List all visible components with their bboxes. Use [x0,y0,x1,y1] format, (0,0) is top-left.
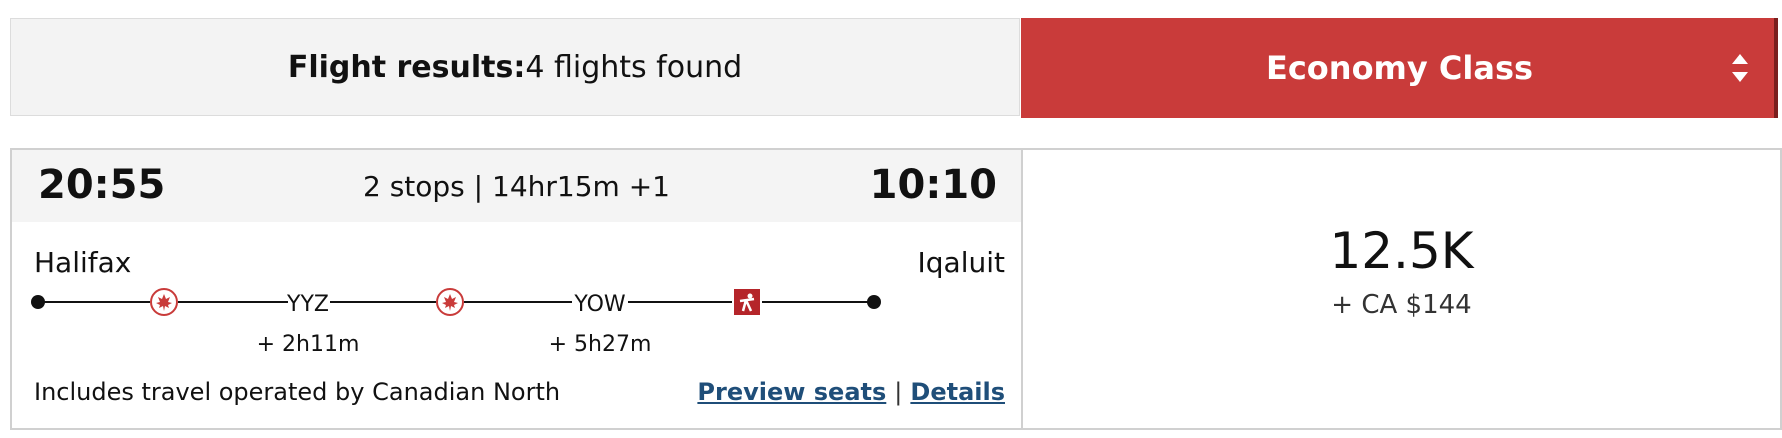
fare-points: 12.5K [1329,222,1474,280]
stop-code-yow: YOW [573,292,626,317]
stop-code-yyz: YYZ [286,292,329,317]
air-canada-maple-leaf-icon [436,288,464,316]
link-separator: | [894,378,903,406]
flight-card-header: 20:55 2 stops | 14hr15m +1 10:10 [12,150,1021,222]
flight-links: Preview seats | Details [697,378,1005,406]
stop-layover-yyz: + 2h11m [257,332,360,357]
destination-city: Iqaluit [917,246,1005,279]
selector-edge [1774,18,1778,118]
preview-seats-link[interactable]: Preview seats [697,378,886,406]
results-label: Flight results: [287,49,526,85]
origin-dot [31,295,45,309]
results-header: Flight results: 4 flights found [10,18,1020,116]
flight-card[interactable]: 20:55 2 stops | 14hr15m +1 10:10 Halifax… [10,148,1021,430]
route-timeline: YYZ + 2h11m YOW + 5h27m [31,288,881,357]
fare-cash: + CA $144 [1331,290,1472,320]
arrival-time: 10:10 [869,162,997,208]
stop-layover-yow: + 5h27m [549,332,652,357]
results-count: 4 flights found [525,49,743,85]
origin-city: Halifax [34,246,132,279]
economy-fare-cell[interactable]: 12.5K + CA $144 [1021,148,1782,430]
cabin-class-label: Economy Class [1265,49,1534,87]
destination-dot [867,295,881,309]
cabin-class-selector[interactable]: Economy Class [1021,18,1778,118]
sort-updown-icon [1732,54,1748,82]
operated-by-note: Includes travel operated by Canadian Nor… [34,378,561,406]
air-canada-maple-leaf-icon [150,288,178,316]
details-link[interactable]: Details [910,378,1005,406]
canadian-north-icon [734,289,760,315]
